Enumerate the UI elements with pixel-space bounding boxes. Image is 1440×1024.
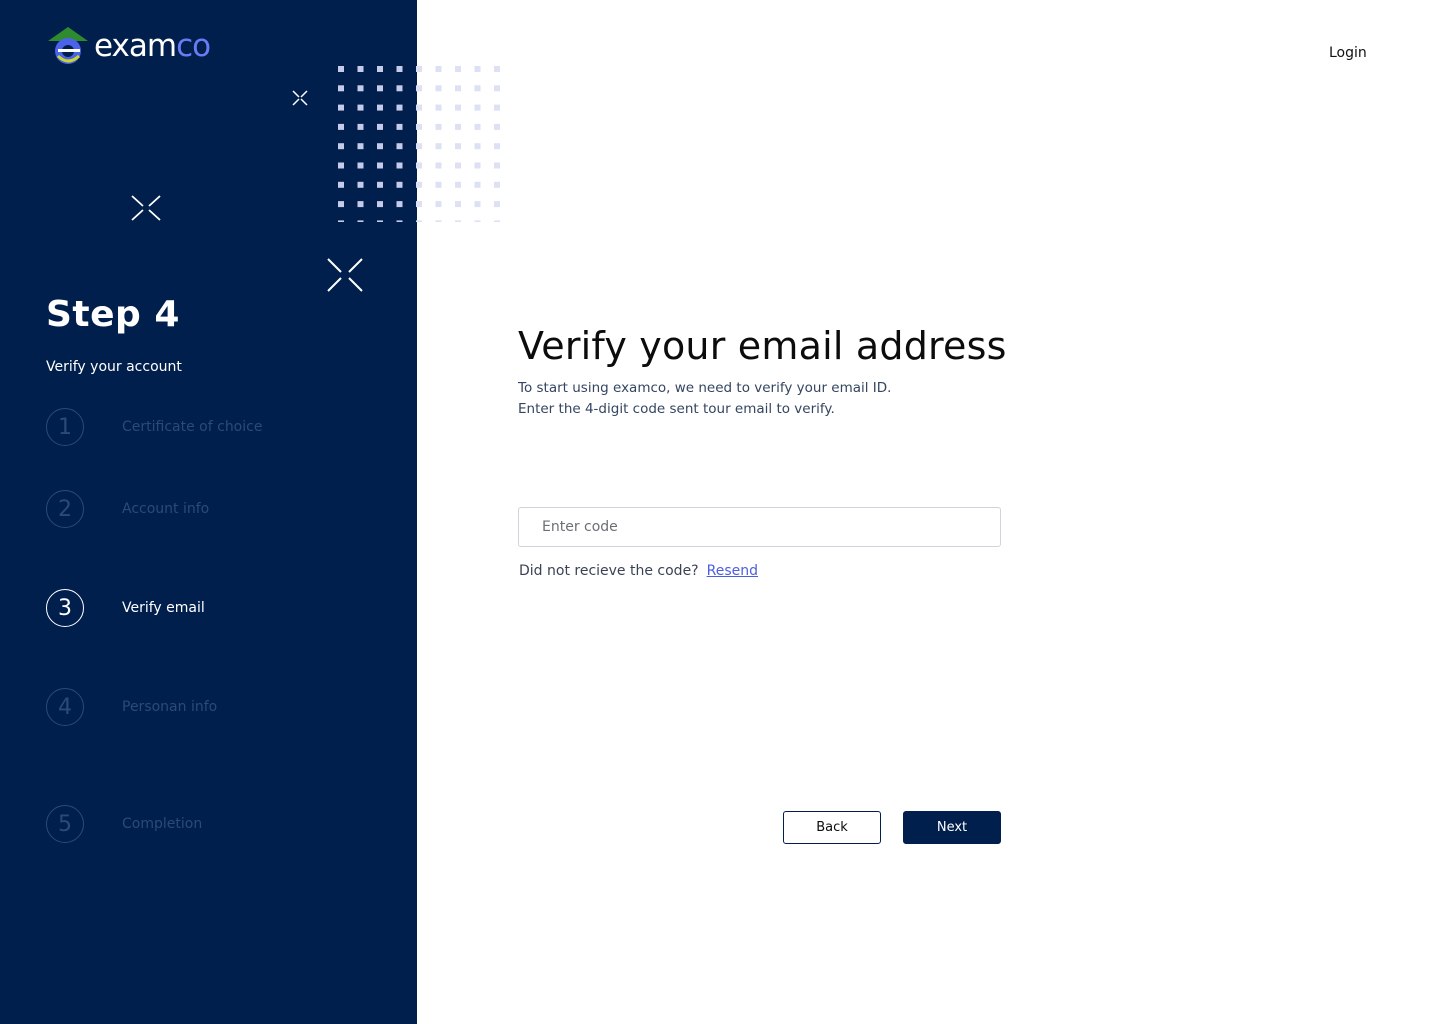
step-number: 3 bbox=[46, 589, 84, 627]
sparkle-icon bbox=[131, 195, 161, 221]
brand-logo[interactable]: examco bbox=[46, 26, 211, 66]
decorative-dot-grid bbox=[338, 66, 500, 222]
description-line: To start using examco, we need to verify… bbox=[518, 380, 892, 396]
step-item-personal-info: 4 Personan info bbox=[46, 688, 217, 726]
step-number: 2 bbox=[46, 490, 84, 528]
step-number: 1 bbox=[46, 408, 84, 446]
step-label: Certificate of choice bbox=[122, 419, 263, 435]
step-title: Step 4 bbox=[46, 294, 180, 335]
description-line: Enter the 4-digit code sent tour email t… bbox=[518, 401, 835, 417]
verification-code-input[interactable] bbox=[518, 507, 1001, 547]
step-item-certificate: 1 Certificate of choice bbox=[46, 408, 262, 446]
login-link[interactable]: Login bbox=[1329, 45, 1367, 61]
sparkle-icon bbox=[292, 90, 308, 106]
back-button[interactable]: Back bbox=[783, 811, 881, 844]
step-label: Completion bbox=[122, 816, 203, 832]
logo-e-icon bbox=[48, 27, 88, 64]
brand-name: examco bbox=[94, 28, 211, 64]
step-number: 4 bbox=[46, 688, 84, 726]
resend-prompt: Did not recieve the code? bbox=[519, 563, 699, 579]
step-label: Personan info bbox=[122, 699, 218, 715]
resend-link[interactable]: Resend bbox=[707, 563, 758, 579]
step-label: Verify email bbox=[122, 600, 205, 616]
next-button[interactable]: Next bbox=[903, 811, 1001, 844]
step-label: Account info bbox=[122, 501, 210, 517]
step-number: 5 bbox=[46, 805, 84, 843]
page-title: Verify your email address bbox=[518, 324, 1007, 368]
page-description: To start using examco, we need to verify… bbox=[518, 378, 891, 420]
step-subtitle: Verify your account bbox=[46, 359, 182, 375]
sparkle-icon bbox=[327, 258, 363, 292]
step-item-account-info: 2 Account info bbox=[46, 490, 209, 528]
step-item-verify-email: 3 Verify email bbox=[46, 589, 205, 627]
resend-row: Did not recieve the code? Resend bbox=[519, 563, 758, 579]
step-item-completion: 5 Completion bbox=[46, 805, 202, 843]
